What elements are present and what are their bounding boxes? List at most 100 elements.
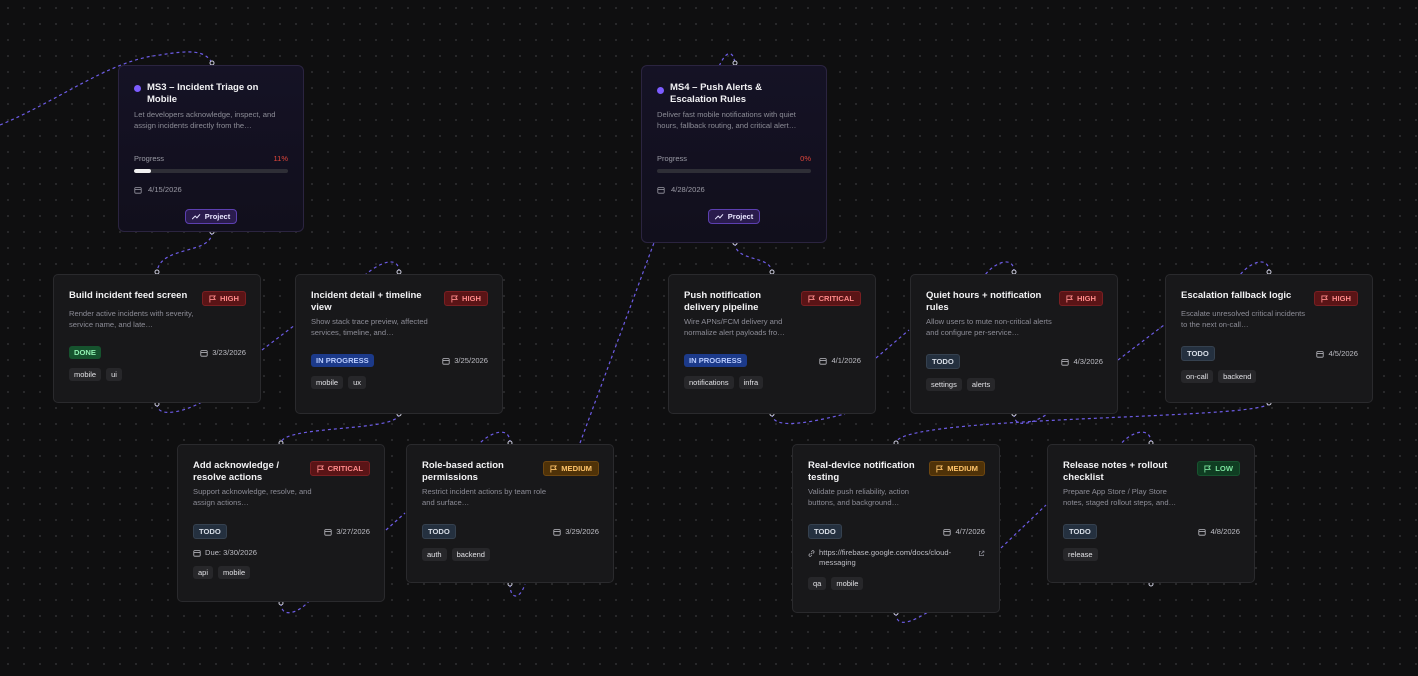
- priority-label: CRITICAL: [818, 294, 854, 303]
- milestone-card[interactable]: MS3 – Incident Triage on Mobile Let deve…: [118, 65, 304, 232]
- task-title: Incident detail + timeline view: [311, 290, 422, 313]
- external-link-icon[interactable]: [978, 550, 985, 557]
- progress-fill: [134, 169, 151, 173]
- priority-badge: HIGH: [1314, 291, 1358, 306]
- status-badge: TODO: [422, 524, 456, 539]
- tag[interactable]: mobile: [831, 577, 864, 590]
- priority-badge: HIGH: [444, 291, 488, 306]
- calendar-icon: [1316, 350, 1325, 358]
- project-badge[interactable]: Project: [184, 209, 238, 224]
- task-date: 4/1/2026: [831, 356, 861, 365]
- tag[interactable]: mobile: [69, 368, 102, 381]
- tag[interactable]: mobile: [218, 566, 251, 579]
- flag-icon: [1204, 465, 1212, 472]
- task-card[interactable]: Quiet hours + notification rules HIGH All…: [910, 274, 1118, 414]
- flag-icon: [317, 465, 324, 472]
- flag-icon: [451, 295, 459, 302]
- tag[interactable]: ui: [106, 368, 122, 381]
- edge: [875, 329, 910, 359]
- task-title: Role-based action permissions: [422, 460, 504, 483]
- task-title: Release notes + rollout checklist: [1063, 460, 1168, 483]
- task-title: Escalation fallback logic: [1181, 290, 1292, 301]
- task-date: 4/3/2026: [1073, 357, 1103, 366]
- milestone-card[interactable]: MS4 – Push Alerts & Escalation Rules Del…: [641, 65, 827, 243]
- calendar-icon: [193, 549, 201, 557]
- calendar-icon: [324, 528, 332, 536]
- status-dot: [134, 85, 141, 92]
- priority-label: CRITICAL: [327, 464, 363, 473]
- task-description: Prepare App Store / Play Store notes, st…: [1063, 487, 1177, 507]
- tag[interactable]: mobile: [311, 376, 344, 389]
- status-badge: TODO: [926, 354, 960, 369]
- task-description: Restrict incident actions by team role a…: [422, 487, 547, 507]
- priority-badge: LOW: [1197, 461, 1240, 476]
- tag[interactable]: settings: [926, 378, 962, 391]
- flag-icon: [550, 465, 558, 472]
- task-card[interactable]: Incident detail + timeline view HIGH Show…: [295, 274, 503, 414]
- milestone-description: Deliver fast mobile notifications with q…: [657, 110, 797, 130]
- tag[interactable]: infra: [738, 376, 764, 389]
- task-description: Render active incidents with severity, s…: [69, 309, 194, 329]
- calendar-icon: [819, 357, 828, 365]
- tag[interactable]: api: [193, 566, 214, 579]
- priority-label: MEDIUM: [947, 464, 978, 473]
- badge-label: Project: [204, 212, 231, 221]
- edge: [734, 242, 773, 273]
- task-title: Add acknowledge / resolve actions: [193, 460, 280, 483]
- task-date: 4/5/2026: [1328, 349, 1358, 358]
- status-badge: IN PROGRESS: [311, 354, 374, 367]
- project-badge[interactable]: Project: [707, 209, 761, 224]
- priority-label: HIGH: [220, 294, 239, 303]
- status-badge: TODO: [193, 524, 227, 539]
- priority-label: HIGH: [1332, 294, 1351, 303]
- link-url[interactable]: https://firebase.google.com/docs/cloud-m…: [819, 548, 969, 568]
- edge: [280, 413, 400, 444]
- task-card[interactable]: Build incident feed screen HIGH Render ac…: [53, 274, 261, 403]
- status-badge: TODO: [1063, 524, 1097, 539]
- edge: [1000, 504, 1047, 549]
- tag[interactable]: auth: [422, 548, 447, 561]
- edge: [156, 231, 213, 273]
- priority-label: MEDIUM: [561, 464, 592, 473]
- tag[interactable]: qa: [808, 577, 827, 590]
- task-date: 4/8/2026: [1210, 527, 1240, 536]
- calendar-icon: [442, 357, 450, 365]
- task-date: 3/29/2026: [565, 527, 599, 536]
- tag[interactable]: alerts: [966, 378, 996, 391]
- task-card[interactable]: Role-based action permissions MEDIUM Rest…: [406, 444, 614, 583]
- edge: [771, 413, 846, 425]
- task-card[interactable]: Add acknowledge / resolve actions CRITICA…: [177, 444, 385, 602]
- edge: [385, 512, 406, 531]
- tag[interactable]: ux: [348, 376, 367, 389]
- priority-badge: MEDIUM: [543, 461, 599, 476]
- tag[interactable]: on-call: [1181, 370, 1214, 383]
- priority-badge: HIGH: [202, 291, 246, 306]
- calendar-icon: [943, 528, 952, 536]
- task-card[interactable]: Push notification delivery pipeline CRITI…: [668, 274, 876, 414]
- progress-percent: 11%: [273, 154, 288, 163]
- milestone-title: MS3 – Incident Triage on Mobile: [147, 82, 259, 105]
- task-card[interactable]: Escalation fallback logic HIGH Escalate u…: [1165, 274, 1373, 403]
- progress-label: Progress: [657, 154, 688, 163]
- tag[interactable]: notifications: [684, 376, 734, 389]
- task-card[interactable]: Release notes + rollout checklist LOW Pre…: [1047, 444, 1255, 583]
- tag[interactable]: backend: [1218, 370, 1257, 383]
- resource-link[interactable]: https://firebase.google.com/docs/cloud-m…: [808, 548, 985, 568]
- task-description: Validate push reliability, action button…: [808, 487, 910, 507]
- flag-icon: [209, 295, 217, 302]
- link-icon: [808, 550, 815, 557]
- tag[interactable]: release: [1063, 548, 1098, 561]
- due-date: 4/15/2026: [148, 185, 182, 194]
- trend-icon: [191, 213, 201, 220]
- flag-icon: [1066, 295, 1074, 302]
- flag-icon: [936, 465, 944, 472]
- calendar-icon: [657, 186, 665, 194]
- milestone-description: Let developers acknowledge, inspect, and…: [134, 110, 276, 130]
- task-date: 4/7/2026: [955, 527, 985, 536]
- progress-label: Progress: [134, 154, 165, 163]
- task-card[interactable]: Real-device notification testing MEDIUM V…: [792, 444, 1000, 613]
- progress-bar: [134, 169, 288, 173]
- task-description: Allow users to mute non-critical alerts …: [926, 317, 1052, 337]
- tag[interactable]: backend: [451, 548, 490, 561]
- due-date: Due: 3/30/2026: [205, 548, 257, 557]
